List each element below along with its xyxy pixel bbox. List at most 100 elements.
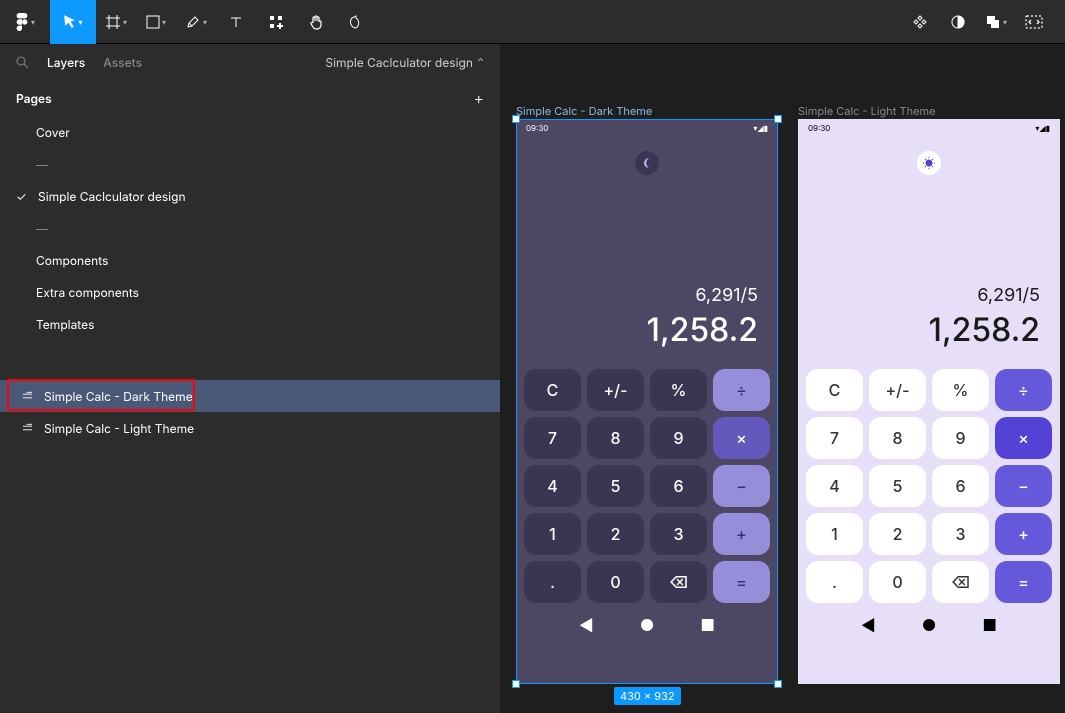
key-clear[interactable]: C [524,369,581,411]
key-equals[interactable]: = [713,561,770,603]
tab-layers[interactable]: Layers [47,55,85,70]
key-multiply[interactable]: × [713,417,770,459]
selection-handle[interactable] [774,680,782,688]
canvas[interactable]: Simple Calc - Dark Theme Simple Calc - L… [500,44,1065,713]
figma-menu-button[interactable]: ▾ [0,0,50,44]
frame-label-light[interactable]: Simple Calc - Light Theme [798,104,936,118]
selection-handle[interactable] [774,115,782,123]
chevron-down-icon: ▾ [78,17,82,27]
dev-mode-button[interactable] [1015,0,1053,44]
key-5[interactable]: 5 [587,465,644,507]
key-9[interactable]: 9 [650,417,707,459]
chevron-down-icon: ▾ [162,17,166,27]
key-add[interactable]: + [995,513,1052,555]
key-6[interactable]: 6 [650,465,707,507]
key-clear[interactable]: C [806,369,863,411]
selection-handle[interactable] [512,680,520,688]
key-multiply[interactable]: × [995,417,1052,459]
key-2[interactable]: 2 [869,513,926,555]
frame-label-dark[interactable]: Simple Calc - Dark Theme [516,104,652,118]
result-display: 1,258.2 [536,310,758,349]
page-item-templates[interactable]: Templates [0,308,500,340]
key-0[interactable]: 0 [587,561,644,603]
key-4[interactable]: 4 [524,465,581,507]
status-icons: ▾◢▮ [753,123,768,133]
components-button[interactable] [901,0,939,44]
move-tool-button[interactable]: ▾ [50,0,96,44]
key-3[interactable]: 3 [650,513,707,555]
frame-icon [20,391,34,401]
nav-back-icon: ◀ [579,615,594,635]
key-8[interactable]: 8 [587,417,644,459]
nav-recent-icon: ■ [982,615,997,635]
page-item-components[interactable]: Components [0,244,500,276]
key-7[interactable]: 7 [524,417,581,459]
key-add[interactable]: + [713,513,770,555]
key-2[interactable]: 2 [587,513,644,555]
hand-tool-button[interactable] [296,0,336,44]
comment-tool-button[interactable] [336,0,376,44]
top-toolbar: ▾ ▾ ▾ ▾ ▾ ▾ [0,0,1065,44]
key-plusminus[interactable]: +/- [869,369,926,411]
key-percent[interactable]: % [932,369,989,411]
keypad: C +/- % ÷ 7 8 9 × 4 5 6 − 1 2 3 + . 0 ⌫ … [516,361,778,611]
status-bar: 09:30 ▾◢▮ [798,119,1060,137]
key-1[interactable]: 1 [806,513,863,555]
key-6[interactable]: 6 [932,465,989,507]
artboard-light[interactable]: 09:30 ▾◢▮ 6,291/5 1,258.2 C +/- % ÷ 7 8 … [798,119,1060,684]
resources-button[interactable] [256,0,296,44]
theme-toggle-button[interactable] [917,151,941,175]
chevron-up-icon: ⌃ [477,57,484,68]
search-icon[interactable] [16,56,29,69]
chevron-down-icon: ▾ [123,17,127,27]
key-subtract[interactable]: − [713,465,770,507]
chevron-down-icon: ▾ [203,17,207,27]
artboard-dark[interactable]: 09:30 ▾◢▮ 6,291/5 1,258.2 C +/- % ÷ 7 8 … [516,119,778,684]
key-0[interactable]: 0 [869,561,926,603]
nav-recent-icon: ■ [700,615,715,635]
mask-button[interactable] [939,0,977,44]
key-9[interactable]: 9 [932,417,989,459]
page-item-separator[interactable]: — [0,148,500,180]
page-item-extra[interactable]: Extra components [0,276,500,308]
key-5[interactable]: 5 [869,465,926,507]
key-dot[interactable]: . [524,561,581,603]
check-icon: ✓ [16,189,30,204]
key-percent[interactable]: % [650,369,707,411]
boolean-button[interactable]: ▾ [977,0,1015,44]
text-tool-button[interactable] [216,0,256,44]
layer-item-light[interactable]: Simple Calc - Light Theme [0,412,500,444]
theme-toggle-button[interactable] [635,151,659,175]
key-divide[interactable]: ÷ [995,369,1052,411]
nav-home-icon: ● [922,615,937,635]
file-name-dropdown[interactable]: Simple Caclculator design ⌃ [325,55,484,70]
key-dot[interactable]: . [806,561,863,603]
tab-assets[interactable]: Assets [103,55,142,70]
expression-display: 6,291/5 [536,285,758,306]
layer-label: Simple Calc - Dark Theme [44,389,193,404]
pen-tool-button[interactable]: ▾ [176,0,216,44]
expression-display: 6,291/5 [818,285,1040,306]
key-plusminus[interactable]: +/- [587,369,644,411]
key-equals[interactable]: = [995,561,1052,603]
page-item-simple-calc[interactable]: ✓ Simple Caclculator design [0,180,500,212]
key-7[interactable]: 7 [806,417,863,459]
dimensions-label: 430 × 932 [614,687,681,705]
key-8[interactable]: 8 [869,417,926,459]
key-4[interactable]: 4 [806,465,863,507]
nav-home-icon: ● [640,615,655,635]
page-item-cover[interactable]: Cover [0,116,500,148]
key-delete[interactable]: ⌫ [932,561,989,603]
add-page-button[interactable]: + [474,88,484,108]
shape-tool-button[interactable]: ▾ [136,0,176,44]
selection-handle[interactable] [512,115,520,123]
layer-item-dark[interactable]: Simple Calc - Dark Theme [0,380,500,412]
key-divide[interactable]: ÷ [713,369,770,411]
key-delete[interactable]: ⌫ [650,561,707,603]
key-subtract[interactable]: − [995,465,1052,507]
frame-tool-button[interactable]: ▾ [96,0,136,44]
key-1[interactable]: 1 [524,513,581,555]
page-item-separator[interactable]: — [0,212,500,244]
key-3[interactable]: 3 [932,513,989,555]
status-time: 09:30 [526,123,548,133]
